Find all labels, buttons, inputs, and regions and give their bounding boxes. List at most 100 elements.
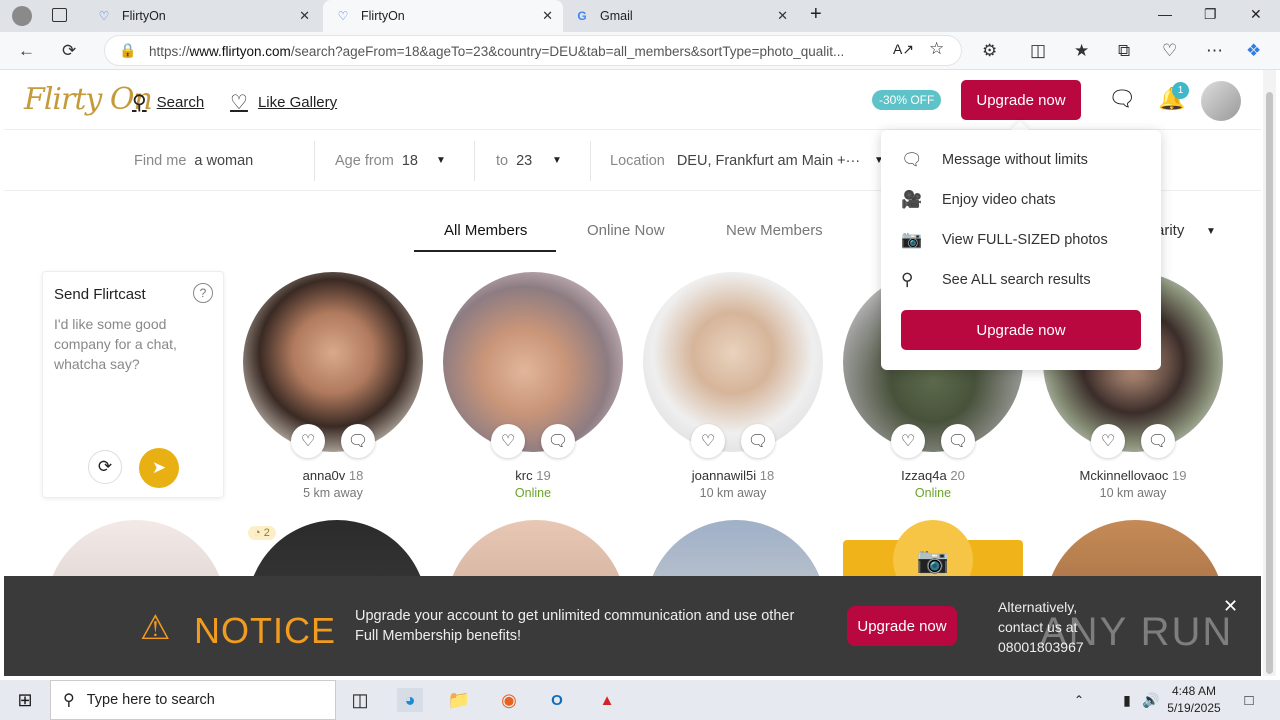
member-name[interactable]: anna0v 18 — [243, 468, 423, 483]
minimize-icon[interactable]: — — [1158, 6, 1172, 22]
send-icon[interactable]: ➤ — [139, 448, 179, 488]
close-tab-icon[interactable]: ✕ — [542, 8, 553, 24]
more-menu-icon[interactable]: ⋯ — [1206, 41, 1223, 61]
notice-text: Upgrade your account to get unlimited co… — [355, 608, 795, 644]
site-header: Flirty On ⚲ Search ♡ Like Gallery -30% O… — [4, 70, 1261, 130]
chat-icon[interactable]: 🗨 — [1108, 86, 1136, 112]
divider — [474, 141, 475, 181]
browser-tab-1[interactable]: ♡ FlirtyOn ✕ — [84, 0, 320, 32]
tab-actions-icon[interactable] — [52, 8, 67, 22]
member-card[interactable]: ♡ 🗨 joannawil5i 18 10 km away — [643, 272, 823, 500]
like-heart-icon[interactable]: ♡ — [1091, 424, 1125, 458]
like-heart-icon[interactable]: ♡ — [491, 424, 525, 458]
like-heart-icon[interactable]: ♡ — [291, 424, 325, 458]
clock[interactable]: 4:48 AM 5/19/2025 — [1164, 683, 1224, 717]
online-status: Online — [914, 486, 952, 500]
browser-essentials-icon[interactable]: ♡ — [1162, 41, 1177, 61]
show-hidden-icons-icon[interactable]: ⌃ — [1066, 688, 1092, 712]
acrobat-icon[interactable]: ▲ — [594, 688, 620, 712]
windows-start-icon[interactable]: ⊞ — [12, 688, 38, 712]
search-link[interactable]: ⚲ Search — [132, 90, 204, 115]
volume-icon[interactable]: 🔊 — [1138, 688, 1164, 712]
file-explorer-icon[interactable]: 📁 — [446, 688, 472, 712]
notifications-icon[interactable]: □ — [1236, 688, 1262, 712]
search-icon: ⚲ — [63, 692, 75, 709]
member-photo[interactable] — [443, 272, 623, 452]
refresh-icon[interactable]: ⟳ — [88, 450, 122, 484]
member-name[interactable]: Izzaq4a 20 — [843, 468, 1023, 483]
chevron-down-icon[interactable]: ▼ — [436, 155, 446, 166]
anyrun-watermark: ANY RUN — [1040, 610, 1234, 654]
window-close-icon[interactable]: ✕ — [1250, 6, 1262, 23]
back-icon[interactable]: ← — [18, 41, 35, 61]
tab-new-members[interactable]: New Members — [726, 222, 823, 239]
close-tab-icon[interactable]: ✕ — [777, 8, 788, 24]
copilot-icon[interactable]: ❖ — [1246, 41, 1261, 61]
find-me-filter[interactable]: Find me a woman — [134, 153, 253, 169]
like-heart-icon[interactable]: ♡ — [691, 424, 725, 458]
upgrade-button[interactable]: Upgrade now — [961, 80, 1081, 120]
firefox-icon[interactable]: ◉ — [496, 688, 522, 712]
profile-icon[interactable] — [12, 6, 32, 26]
task-view-icon[interactable]: ◫ — [347, 688, 373, 712]
scrollbar[interactable] — [1263, 70, 1276, 676]
tab-title: FlirtyOn — [122, 9, 166, 23]
notice-upgrade-button[interactable]: Upgrade now — [847, 606, 957, 646]
tab-all-members[interactable]: All Members — [444, 222, 527, 239]
chat-icon[interactable]: 🗨 — [941, 424, 975, 458]
dropdown-upgrade-button[interactable]: Upgrade now — [901, 310, 1141, 350]
read-aloud-icon[interactable]: A↗ — [893, 41, 914, 58]
age-from-filter[interactable]: Age from 18 — [335, 153, 418, 169]
like-heart-icon[interactable]: ♡ — [891, 424, 925, 458]
refresh-icon[interactable]: ⟳ — [62, 41, 76, 61]
chat-icon[interactable]: 🗨 — [541, 424, 575, 458]
tab-online-now[interactable]: Online Now — [587, 222, 665, 239]
scrollbar-thumb[interactable] — [1266, 92, 1273, 674]
member-name[interactable]: joannawil5i 18 — [643, 468, 823, 483]
taskbar-search-input[interactable]: ⚲ Type here to search — [50, 680, 336, 720]
split-screen-icon[interactable]: ◫ — [1030, 41, 1046, 61]
active-tab-indicator — [414, 250, 556, 252]
lock-icon[interactable]: 🔒 — [119, 42, 136, 59]
member-name[interactable]: Mckinnellovaoc 19 — [1043, 468, 1223, 483]
photo-count-badge: ◔ 2 — [248, 526, 276, 540]
browser-tab-3[interactable]: G Gmail ✕ — [562, 0, 798, 32]
outlook-icon[interactable]: O — [544, 688, 570, 712]
edge-browser-icon[interactable]: ◕ — [397, 688, 423, 712]
upgrade-benefits-dropdown: 🗨 Message without limits 🎥 Enjoy video cha… — [881, 130, 1161, 370]
discount-badge: -30% OFF — [872, 90, 942, 110]
close-tab-icon[interactable]: ✕ — [299, 8, 310, 24]
member-card[interactable]: ♡ 🗨 anna0v 18 5 km away — [243, 272, 423, 500]
favorites-icon[interactable]: ★ — [1074, 41, 1089, 61]
age-to-filter[interactable]: to 23 — [496, 153, 532, 169]
location-filter[interactable]: Location DEU, Frankfurt am Main +··· — [610, 153, 860, 169]
address-bar[interactable]: 🔒 https://www.flirtyon.com/search?ageFro… — [104, 35, 962, 66]
member-name[interactable]: krc 19 — [443, 468, 623, 483]
member-photo[interactable] — [243, 272, 423, 452]
chat-icon[interactable]: 🗨 — [341, 424, 375, 458]
favorite-star-icon[interactable]: ☆ — [929, 39, 944, 59]
extensions-icon[interactable]: ⚙ — [982, 41, 997, 61]
tab-title: FlirtyOn — [361, 9, 405, 23]
url-text: https://www.flirtyon.com/search?ageFrom=… — [149, 44, 845, 59]
restore-icon[interactable]: ❐ — [1204, 6, 1217, 23]
new-tab-icon[interactable]: + — [810, 3, 822, 26]
member-photo[interactable] — [643, 272, 823, 452]
online-status: Online — [514, 486, 552, 500]
chat-icon[interactable]: 🗨 — [741, 424, 775, 458]
chevron-down-icon[interactable]: ▼ — [552, 155, 562, 166]
camera-icon: 📷 — [901, 230, 923, 249]
help-icon[interactable]: ? — [193, 283, 213, 303]
flirtyon-favicon-icon: ♡ — [337, 9, 349, 23]
network-icon[interactable]: ▮ — [1114, 688, 1140, 712]
browser-tab-2[interactable]: ♡ FlirtyOn ✕ — [323, 0, 563, 32]
browser-tab-strip: ♡ FlirtyOn ✕ ♡ FlirtyOn ✕ G Gmail ✕ + — … — [0, 0, 1280, 32]
avatar[interactable] — [1201, 81, 1241, 121]
benefit-item: 🗨 Message without limits — [901, 150, 1088, 169]
chevron-down-icon[interactable]: ▼ — [1206, 226, 1216, 237]
member-card[interactable]: ♡ 🗨 krc 19 Online — [443, 272, 623, 500]
search-icon: ⚲ — [901, 270, 914, 289]
chat-icon[interactable]: 🗨 — [1141, 424, 1175, 458]
collections-icon[interactable]: ⧉ — [1118, 41, 1130, 61]
like-gallery-link[interactable]: ♡ Like Gallery — [230, 90, 337, 115]
